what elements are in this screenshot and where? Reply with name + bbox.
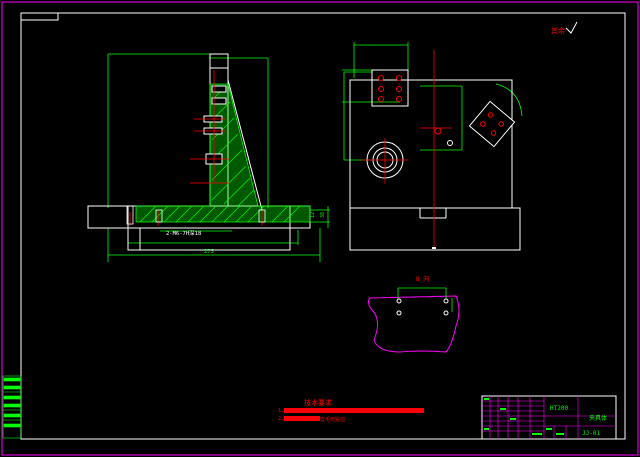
roughness-symbol: 其余 xyxy=(551,21,578,35)
title-part-name: 夹具体 xyxy=(589,414,607,422)
tech-requirements: 技术要求 1. 2. 去毛刺锐边 xyxy=(278,398,424,423)
section-hatch xyxy=(135,83,311,223)
tech-req-line-1 xyxy=(284,408,424,413)
height-dimension-1: 12 xyxy=(310,212,316,218)
cad-drawing-canvas[interactable]: 其余 2-M6-7H深18 275 12 38 B 向 技术要求 1. 2. 去… xyxy=(0,0,640,457)
side-view xyxy=(342,42,523,251)
title-material: HT200 xyxy=(550,405,568,412)
height-dimension-2: 38 xyxy=(320,212,326,218)
tech-req-num-2: 2. xyxy=(278,416,284,422)
thread-callout: 2-M6-7H深18 xyxy=(166,229,201,237)
title-code: JJ-01 xyxy=(582,430,600,437)
detail-view-b: B 向 xyxy=(367,275,460,353)
detail-boundary xyxy=(367,295,460,353)
tech-req-title: 技术要求 xyxy=(304,398,332,407)
sheet-corner-box xyxy=(20,12,59,21)
revision-strip xyxy=(2,375,22,439)
roughness-note: 其余 xyxy=(551,26,565,35)
overall-dimension: 275 xyxy=(204,249,214,255)
tech-req-num-1: 1. xyxy=(278,408,284,414)
tech-req-text-2: 去毛刺锐边 xyxy=(320,416,345,423)
detail-label: B 向 xyxy=(416,275,429,283)
title-block: HT200 夹具体 JJ-01 xyxy=(481,395,617,440)
tech-req-line-2 xyxy=(284,416,320,421)
front-section-view: 2-M6-7H深18 275 12 38 xyxy=(87,53,330,262)
